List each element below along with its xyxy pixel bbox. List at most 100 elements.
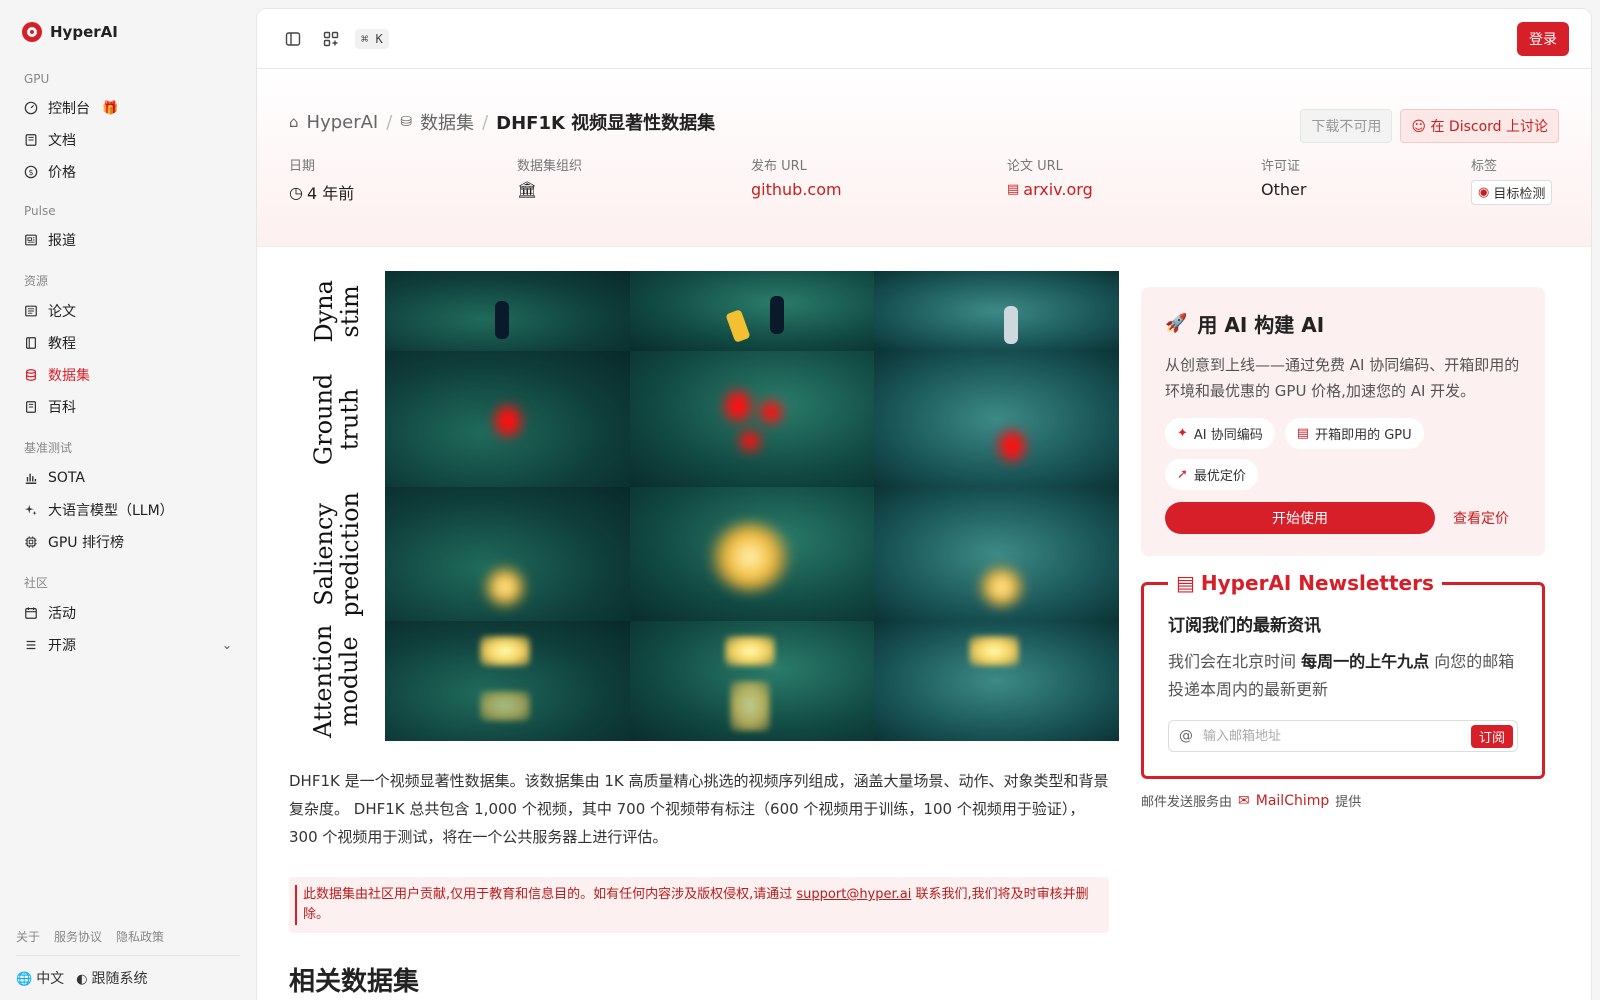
sidebar-item-label: SOTA [48, 470, 85, 486]
discord-icon: ☺ [1411, 119, 1427, 135]
tag-object-detection[interactable]: ◉ 目标检测 [1471, 180, 1553, 205]
sidebar-item-console[interactable]: 控制台 🎁 [16, 92, 240, 124]
release-url-link[interactable]: github.com [751, 180, 1007, 199]
figure-grid [385, 271, 1119, 741]
footer-link-about[interactable]: 关于 [16, 928, 40, 945]
newsletter-box: ▤ HyperAI Newsletters 订阅我们的最新资讯 我们会在北京时间… [1141, 571, 1545, 779]
search-shortcut[interactable]: ⌘ K [355, 28, 389, 49]
figure-row-label: Attention module [309, 624, 364, 738]
feature-chip: ➚ 最优定价 [1165, 459, 1258, 490]
chevron-down-icon[interactable]: ⌄ [222, 638, 232, 652]
sparkles-icon [24, 503, 38, 517]
sidebar-item-docs[interactable]: 文档 [16, 124, 240, 156]
download-button[interactable]: 下载不可用 [1300, 109, 1393, 143]
home-icon: ⌂ [289, 113, 299, 131]
bar-chart-icon [24, 471, 38, 485]
paper-url-link[interactable]: ▤ arxiv.org [1007, 180, 1261, 199]
meta-label: 标签 [1471, 159, 1498, 174]
sidebar-item-label: 百科 [48, 400, 76, 416]
newsletter-title-text: HyperAI Newsletters [1200, 571, 1434, 595]
page-title: DHF1K 视频显著性数据集 [496, 113, 716, 134]
topbar: ⌘ K 登录 [257, 9, 1591, 69]
dollar-icon: $ [24, 165, 38, 179]
sidebar-item-opensource[interactable]: 开源 ⌄ [16, 629, 240, 661]
brand-name: HyperAI [50, 23, 118, 41]
view-pricing-link[interactable]: 查看定价 [1453, 508, 1509, 528]
newspaper-icon [24, 233, 38, 247]
server-icon: ▤ [1296, 426, 1310, 441]
section-label-benchmarks: 基准测试 [24, 441, 73, 455]
feature-chip: ▤ 开箱即用的 GPU [1284, 418, 1424, 449]
sidebar-item-label: 论文 [48, 304, 76, 320]
meta-license: 许可证 Other [1261, 155, 1471, 205]
mail-icon: ✉ [1238, 792, 1250, 809]
theme-switcher[interactable]: ◐ 跟随系统 [76, 968, 147, 988]
brand[interactable]: HyperAI [16, 0, 240, 64]
sidebar-toggle-icon[interactable] [279, 25, 307, 53]
svg-text:$: $ [28, 168, 33, 177]
chip-icon [24, 535, 38, 549]
gift-icon: 🎁 [102, 100, 119, 116]
stimulus-frame [385, 271, 630, 351]
sidebar-item-llm[interactable]: 大语言模型（LLM） [16, 494, 240, 526]
get-started-button[interactable]: 开始使用 [1165, 502, 1435, 534]
sidebar-item-label: 文档 [48, 133, 76, 149]
main-panel: ⌘ K 登录 ⌂ HyperAI / ⛁ 数据集 / DHF1K 视频显著性数据… [256, 8, 1592, 1000]
meta-date: 日期 ◷ 4 年前 [289, 155, 517, 205]
figure-row-label: Ground truth [309, 373, 364, 465]
footer-link-privacy[interactable]: 隐私政策 [116, 928, 164, 945]
ground-truth-frame [874, 351, 1119, 487]
main-column: Dyna stim Ground truth Saliency prediction … [289, 271, 1119, 998]
saliency-frame [874, 487, 1119, 621]
dataset-description: DHF1K 是一个视频显著性数据集。该数据集由 1K 高质量精心挑选的视频序列组… [289, 772, 1109, 846]
support-email-link[interactable]: support@hyper.ai [796, 887, 911, 902]
footer-settings: 🌐 中文 ◐ 跟随系统 [16, 956, 240, 1000]
tag-label: 目标检测 [1493, 187, 1546, 202]
promo-title: 🚀 用 AI 构建 AI [1165, 309, 1521, 338]
subscribe-button[interactable]: 订阅 [1470, 724, 1513, 748]
attention-frame [385, 621, 630, 741]
chip-label: 最优定价 [1193, 469, 1246, 484]
sidebar-item-label: 数据集 [48, 368, 90, 384]
section-label-community: 社区 [24, 576, 49, 590]
globe-icon: 🌐 [16, 972, 33, 987]
sidebar-item-sota[interactable]: SOTA [16, 462, 240, 494]
promo-title-text: 用 AI 构建 AI [1197, 313, 1325, 337]
mail-suffix: 提供 [1335, 795, 1362, 810]
date-value: 4 年前 [306, 184, 355, 203]
theme-label: 跟随系统 [91, 971, 148, 987]
figure-row-labels: Dyna stim Ground truth Saliency prediction … [289, 271, 385, 741]
newsletter-heading: 订阅我们的最新资讯 [1168, 616, 1321, 636]
sidebar-item-pricing[interactable]: $ 价格 [16, 156, 240, 188]
promo-actions: 开始使用 查看定价 [1165, 502, 1521, 534]
rocket-icon: ➚ [1177, 467, 1188, 482]
language-switcher[interactable]: 🌐 中文 [16, 968, 64, 988]
mailchimp-link[interactable]: MailChimp [1256, 793, 1330, 809]
clock-icon: ◷ [289, 182, 303, 202]
content: Dyna stim Ground truth Saliency prediction … [257, 247, 1591, 1000]
sidebar-item-gpu-leaderboard[interactable]: GPU 排行榜 [16, 526, 240, 558]
sidebar-item-tutorials[interactable]: 教程 [16, 327, 240, 359]
sidebar-footer: 关于 服务协议 隐私政策 🌐 中文 ◐ 跟随系统 [16, 928, 240, 1000]
copyright-notice: 此数据集由社区用户贡献,仅用于教育和信息目的。如有任何内容涉及版权侵权,请通过 … [289, 877, 1109, 933]
apps-grid-icon[interactable] [317, 25, 345, 53]
database-icon [24, 368, 38, 382]
sidebar-item-label: 控制台 [48, 101, 90, 117]
discord-button[interactable]: ☺ 在 Discord 上讨论 [1400, 109, 1559, 143]
footer-link-terms[interactable]: 服务协议 [54, 928, 102, 945]
gauge-icon [24, 101, 38, 115]
breadcrumb-home[interactable]: HyperAI [307, 112, 379, 133]
newsletter-form: @ 订阅 [1168, 720, 1518, 752]
sidebar-item-papers[interactable]: 论文 [16, 295, 240, 327]
login-button[interactable]: 登录 [1517, 21, 1569, 56]
sidebar-item-news[interactable]: 报道 [16, 224, 240, 256]
meta-label: 日期 [289, 159, 316, 174]
newsletter-title: ▤ HyperAI Newsletters [1168, 571, 1442, 595]
sidebar-item-events[interactable]: 活动 [16, 597, 240, 629]
sidebar-item-datasets[interactable]: 数据集 [16, 359, 240, 391]
rocket-icon: 🚀 [1165, 313, 1188, 334]
related-datasets-heading: 相关数据集 [289, 967, 420, 997]
breadcrumb-datasets[interactable]: 数据集 [420, 109, 474, 135]
email-input[interactable] [1203, 728, 1471, 744]
sidebar-item-encyclopedia[interactable]: 百科 [16, 391, 240, 423]
